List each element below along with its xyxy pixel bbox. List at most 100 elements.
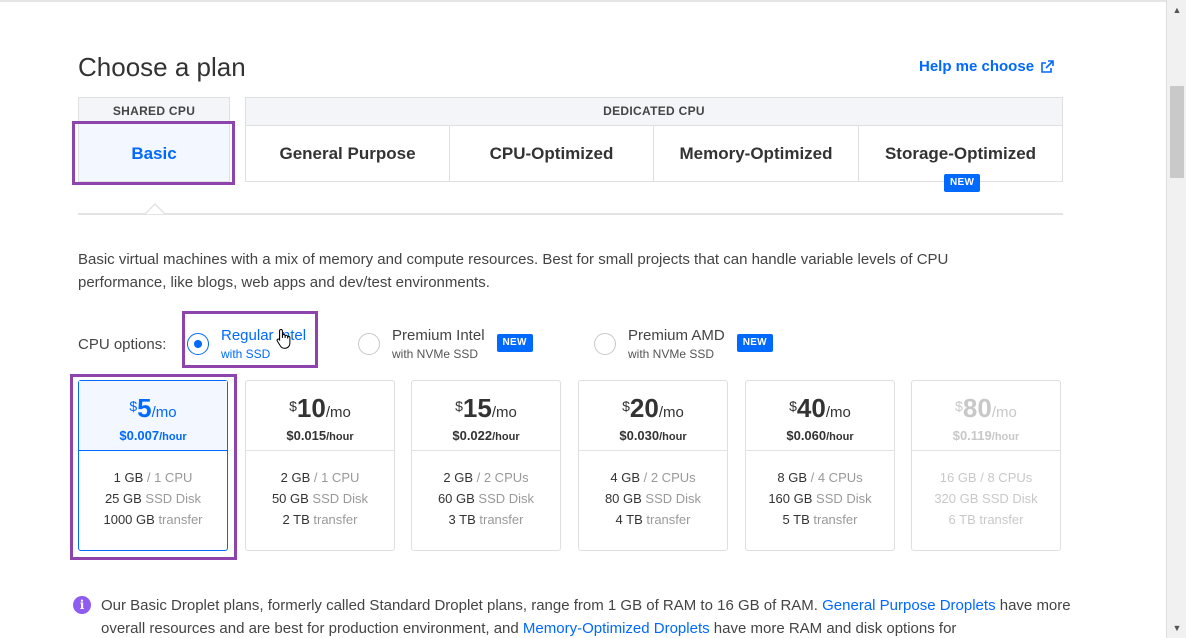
option-label: Premium AMD bbox=[628, 327, 725, 344]
hourly-price: $0.119 bbox=[952, 428, 992, 443]
vertical-scrollbar[interactable]: ▲ ▼ bbox=[1166, 0, 1186, 638]
storage-new-badge: NEW bbox=[944, 174, 981, 192]
cpu-count: / 2 CPUs bbox=[643, 470, 696, 485]
plan-price: 40 bbox=[796, 393, 826, 423]
general-purpose-droplets-link[interactable]: General Purpose Droplets bbox=[822, 597, 995, 614]
disk-size: 50 GB bbox=[271, 491, 309, 506]
external-link-icon bbox=[1041, 59, 1054, 73]
plan-price: 15 bbox=[462, 393, 492, 423]
info-text: Our Basic Droplet plans, formerly called… bbox=[101, 594, 1073, 638]
disk-label: SSD Disk bbox=[312, 491, 369, 506]
scroll-down-arrow-icon[interactable]: ▼ bbox=[1167, 620, 1186, 636]
plan-card-15[interactable]: $15/mo $0.022/hour 2 GB / 2 CPUs 60 GB S… bbox=[411, 380, 561, 551]
hourly-price: $0.030 bbox=[619, 428, 660, 443]
hour-unit: /hour bbox=[326, 431, 354, 443]
plan-card-10[interactable]: $10/mo $0.015/hour 2 GB / 1 CPU 50 GB SS… bbox=[245, 380, 395, 551]
cpu-count: / 8 CPUs bbox=[980, 470, 1033, 485]
transfer-label: transfer bbox=[479, 512, 524, 527]
currency-symbol: $ bbox=[622, 398, 630, 414]
currency-symbol: $ bbox=[955, 398, 963, 414]
plan-card-20[interactable]: $20/mo $0.030/hour 4 GB / 2 CPUs 80 GB S… bbox=[578, 380, 728, 551]
help-link-label: Help me choose bbox=[919, 58, 1035, 75]
transfer-amount: 3 TB bbox=[448, 512, 476, 527]
price-period: /mo bbox=[658, 404, 684, 421]
memory: 16 GB bbox=[939, 470, 977, 485]
disk-label: SSD Disk bbox=[982, 491, 1038, 506]
info-text-part: Our Basic Droplet plans, formerly called… bbox=[101, 597, 823, 614]
transfer-label: transfer bbox=[979, 512, 1024, 527]
hourly-price: $0.015 bbox=[286, 428, 327, 443]
top-border bbox=[0, 0, 1166, 2]
disk-label: SSD Disk bbox=[645, 491, 702, 506]
cpu-options-label: CPU options: bbox=[78, 336, 167, 353]
disk-label: SSD Disk bbox=[816, 491, 872, 506]
memory: 2 GB bbox=[280, 470, 311, 485]
highlight-box bbox=[72, 121, 235, 185]
currency-symbol: $ bbox=[289, 398, 297, 414]
info-text-part: have more RAM and disk options for bbox=[709, 620, 957, 637]
premium-intel-new-badge: NEW bbox=[496, 334, 533, 352]
scroll-thumb[interactable] bbox=[1170, 86, 1184, 178]
shared-cpu-header: SHARED CPU bbox=[78, 97, 230, 123]
hour-unit: /hour bbox=[991, 431, 1020, 443]
hourly-price: $0.022 bbox=[452, 428, 493, 443]
hour-unit: /hour bbox=[659, 431, 687, 443]
hour-unit: /hour bbox=[492, 431, 520, 443]
plan-price: 80 bbox=[962, 393, 992, 423]
tab-memory-optimized[interactable]: Memory-Optimized bbox=[653, 125, 859, 182]
plan-price: 10 bbox=[296, 393, 326, 423]
page-title: Choose a plan bbox=[78, 52, 246, 82]
option-label: Premium Intel bbox=[392, 327, 485, 344]
price-period: /mo bbox=[825, 404, 851, 421]
transfer-label: transfer bbox=[813, 512, 858, 527]
memory: 4 GB bbox=[610, 470, 640, 485]
option-sublabel: with NVMe SSD bbox=[392, 347, 479, 361]
info-icon: i bbox=[73, 596, 91, 614]
transfer-amount: 4 TB bbox=[615, 512, 643, 527]
info-note: i Our Basic Droplet plans, formerly call… bbox=[73, 594, 1073, 638]
caret-inner bbox=[146, 205, 164, 214]
disk-size: 60 GB bbox=[437, 491, 475, 506]
price-period: /mo bbox=[325, 404, 351, 421]
hour-unit: /hour bbox=[826, 431, 854, 443]
transfer-label: transfer bbox=[646, 512, 691, 527]
cpu-option-premium-intel[interactable]: Premium Intel with NVMe SSD NEW bbox=[358, 326, 533, 362]
currency-symbol: $ bbox=[789, 398, 797, 414]
hourly-price: $0.060 bbox=[786, 428, 827, 443]
hand-cursor-icon bbox=[276, 328, 291, 349]
scroll-up-arrow-icon[interactable]: ▲ bbox=[1167, 2, 1186, 18]
plan-card-80: $80/mo $0.119/hour 16 GB / 8 CPUs 320 GB… bbox=[911, 380, 1061, 551]
disk-size: 320 GB bbox=[934, 491, 979, 506]
highlight-box bbox=[182, 311, 318, 368]
help-me-choose-link[interactable]: Help me choose bbox=[919, 58, 1054, 75]
disk-size: 160 GB bbox=[768, 491, 813, 506]
option-sublabel: with NVMe SSD bbox=[628, 347, 715, 361]
plan-description: Basic virtual machines with a mix of mem… bbox=[78, 251, 949, 291]
disk-size: 80 GB bbox=[604, 491, 642, 506]
price-period: /mo bbox=[491, 404, 517, 421]
tab-cpu-optimized[interactable]: CPU-Optimized bbox=[449, 125, 654, 182]
transfer-amount: 2 TB bbox=[282, 512, 310, 527]
currency-symbol: $ bbox=[455, 398, 463, 414]
transfer-label: transfer bbox=[313, 512, 358, 527]
tab-general-purpose[interactable]: General Purpose bbox=[245, 125, 450, 182]
cpu-option-premium-amd[interactable]: Premium AMD with NVMe SSD NEW bbox=[594, 326, 773, 362]
plan-price: 20 bbox=[629, 393, 659, 423]
premium-amd-new-badge: NEW bbox=[736, 334, 773, 352]
tab-divider bbox=[78, 213, 1063, 215]
cpu-count: / 1 CPU bbox=[313, 470, 360, 485]
transfer-amount: 5 TB bbox=[782, 512, 810, 527]
transfer-amount: 6 TB bbox=[948, 512, 976, 527]
memory-optimized-droplets-link[interactable]: Memory-Optimized Droplets bbox=[523, 620, 710, 637]
disk-label: SSD Disk bbox=[478, 491, 535, 506]
dedicated-cpu-header: DEDICATED CPU bbox=[245, 97, 1063, 125]
radio-unchecked-icon[interactable] bbox=[358, 333, 380, 355]
radio-unchecked-icon[interactable] bbox=[594, 333, 616, 355]
highlight-box bbox=[70, 374, 237, 560]
memory: 2 GB bbox=[443, 470, 473, 485]
price-period: /mo bbox=[991, 404, 1017, 421]
cpu-count: / 2 CPUs bbox=[476, 470, 529, 485]
memory: 8 GB bbox=[777, 470, 807, 485]
plan-card-40[interactable]: $40/mo $0.060/hour 8 GB / 4 CPUs 160 GB … bbox=[745, 380, 895, 551]
cpu-count: / 4 CPUs bbox=[810, 470, 863, 485]
